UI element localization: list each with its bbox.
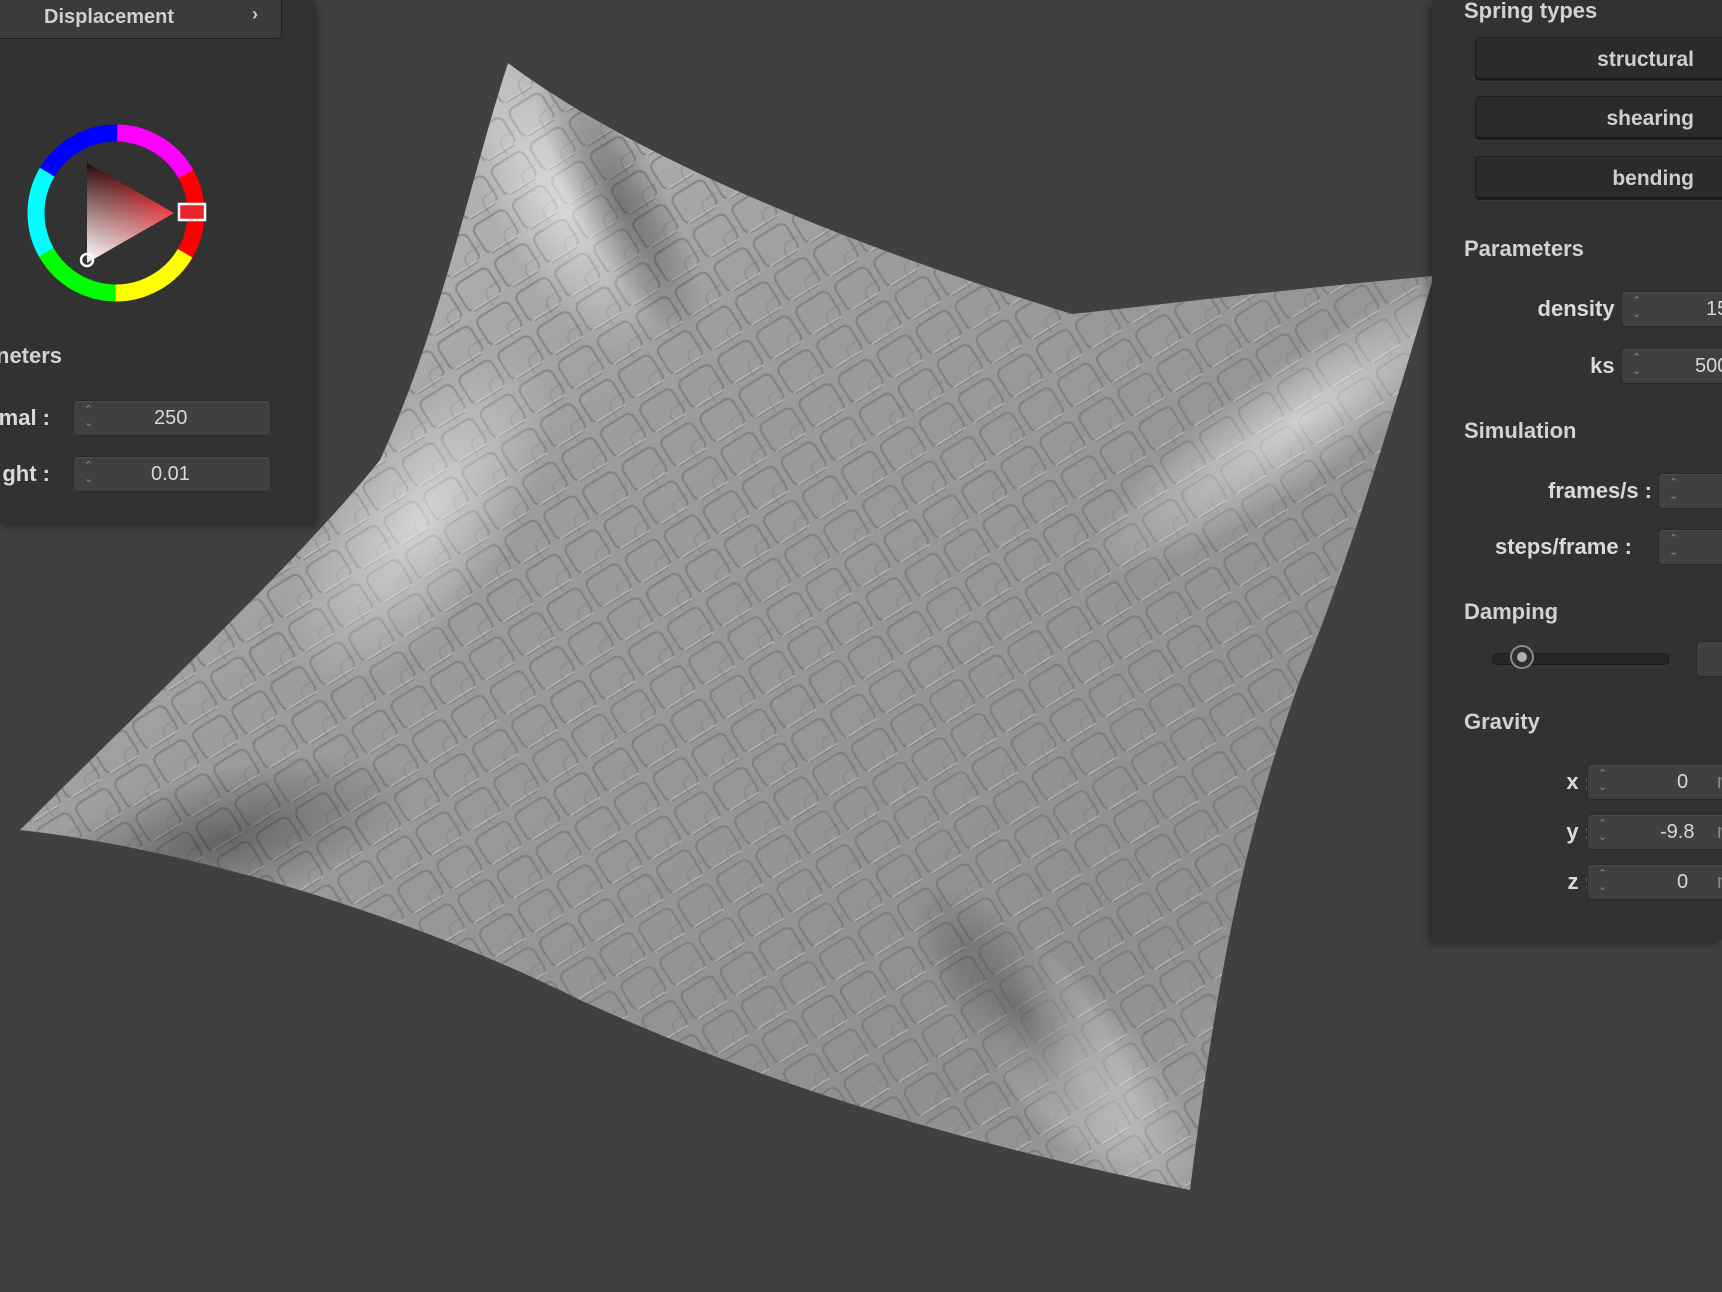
ks-value[interactable]: 500 xyxy=(1695,355,1722,378)
gravity-x-spinbox[interactable]: ⌃⌄ 0 m xyxy=(1587,764,1722,800)
saturation-triangle[interactable] xyxy=(87,163,174,263)
spin-arrows-icon[interactable]: ⌃ ⌄ xyxy=(1669,533,1678,559)
displacement-label: Displacement xyxy=(44,6,175,28)
gravity-title: Gravity xyxy=(1464,709,1540,734)
gravity-z-unit: m xyxy=(1717,871,1722,894)
spring-types-title: Spring types xyxy=(1464,0,1598,23)
gravity-z-value[interactable]: 0 xyxy=(1677,871,1688,894)
bending-button[interactable]: bending xyxy=(1475,156,1722,200)
displacement-button[interactable]: Displacement › xyxy=(0,0,282,39)
normal-spinbox[interactable]: ⌃ ⌄ 250 xyxy=(73,400,271,436)
spin-arrows-icon[interactable]: ⌃ ⌄ xyxy=(84,460,93,486)
shearing-label: shearing xyxy=(1606,107,1694,130)
bending-label: bending xyxy=(1612,167,1694,190)
normal-value[interactable]: 250 xyxy=(154,407,187,430)
left-section-title: neters xyxy=(0,343,63,368)
gravity-z-spinbox[interactable]: ⌃⌄ 0 m xyxy=(1587,864,1722,900)
gravity-y-unit: m xyxy=(1717,821,1722,844)
gravity-y-label: y : xyxy=(1566,819,1592,844)
frames-per-second-label: frames/s : xyxy=(1548,478,1652,503)
spin-arrows-icon[interactable]: ⌃ ⌄ xyxy=(84,404,93,430)
steps-per-frame-spinbox[interactable]: ⌃ ⌄ xyxy=(1658,529,1722,565)
height-label: ght : xyxy=(2,461,50,486)
frames-per-second-spinbox[interactable]: ⌃ ⌄ xyxy=(1658,473,1722,509)
density-value[interactable]: 15 xyxy=(1706,298,1722,321)
structural-label: structural xyxy=(1597,48,1694,71)
spin-arrows-icon[interactable]: ⌃ ⌄ xyxy=(1632,352,1641,378)
spin-arrows-icon[interactable]: ⌃ ⌄ xyxy=(1632,295,1641,321)
parameters-title: Parameters xyxy=(1464,236,1584,261)
damping-title: Damping xyxy=(1464,599,1559,624)
gravity-z-label: z : xyxy=(1567,869,1592,894)
density-label: density : xyxy=(1537,296,1628,321)
height-value[interactable]: 0.01 xyxy=(151,463,190,486)
spin-arrows-icon[interactable]: ⌃ ⌄ xyxy=(1669,477,1678,503)
spin-arrows-icon[interactable]: ⌃ ⌄ xyxy=(1598,768,1607,794)
hue-handle[interactable] xyxy=(177,202,207,222)
simulation-title: Simulation xyxy=(1464,418,1577,443)
density-spinbox[interactable]: ⌃⌄ 15 xyxy=(1621,291,1722,327)
chevron-right-icon: › xyxy=(252,4,258,24)
height-spinbox[interactable]: ⌃ ⌄ 0.01 xyxy=(73,456,271,492)
spin-arrows-icon[interactable]: ⌃ ⌄ xyxy=(1598,868,1607,894)
normal-label: mal : xyxy=(0,405,50,430)
gravity-x-unit: m xyxy=(1717,771,1722,794)
damping-slider-handle[interactable] xyxy=(1510,645,1535,669)
shearing-button[interactable]: shearing xyxy=(1475,96,1722,140)
color-wheel[interactable] xyxy=(24,121,209,306)
left-panel: Displacement › neters mal: ⌃ ⌄ 250 ght … xyxy=(0,0,313,523)
steps-per-frame-label: steps/frame : xyxy=(1495,534,1632,559)
structural-button[interactable]: structural xyxy=(1475,37,1722,81)
gravity-y-spinbox[interactable]: ⌃⌄ -9.8 m xyxy=(1587,814,1722,850)
gravity-x-value[interactable]: 0 xyxy=(1677,771,1688,794)
gravity-x-label: x : xyxy=(1566,769,1592,794)
gravity-y-value[interactable]: -9.8 xyxy=(1660,821,1694,844)
right-panel: Spring types structural shearing bending… xyxy=(1432,0,1722,940)
ks-spinbox[interactable]: ⌃⌄ 500 xyxy=(1621,348,1722,384)
spin-arrows-icon[interactable]: ⌃ ⌄ xyxy=(1598,818,1607,844)
ks-label: ks : xyxy=(1590,353,1628,378)
damping-value-box[interactable] xyxy=(1696,641,1722,677)
